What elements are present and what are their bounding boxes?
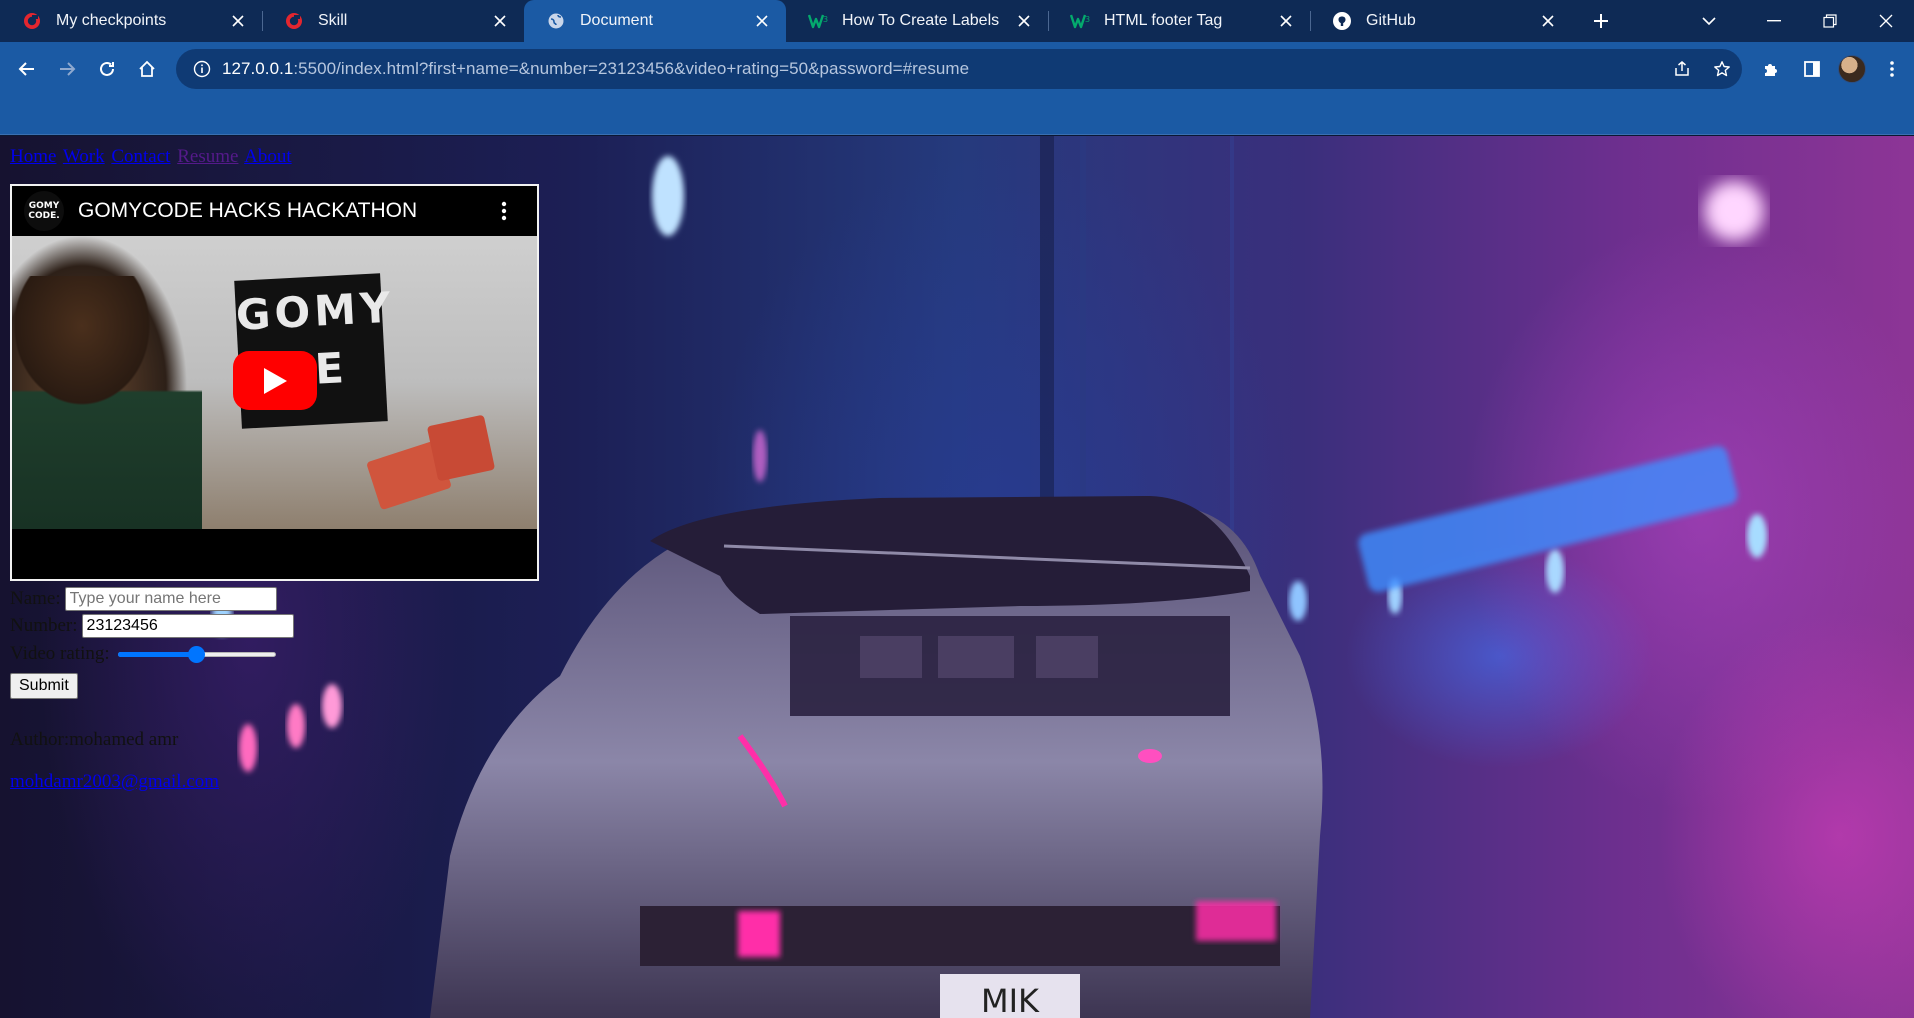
window-controls [1746, 0, 1914, 42]
submit-button[interactable]: Submit [10, 673, 78, 699]
side-panel-button[interactable] [1792, 49, 1832, 89]
info-icon [193, 60, 211, 78]
bookmark-button[interactable] [1702, 49, 1742, 89]
url-host: 127.0.0.1 [222, 59, 294, 78]
url-path: :5500/index.html?first+name=&number=2312… [293, 59, 970, 78]
rating-label: Video rating: [10, 643, 110, 664]
name-label: Name: [10, 587, 61, 609]
site-info-button[interactable] [182, 49, 222, 89]
restore-icon [1823, 14, 1837, 28]
tab-title: GitHub [1366, 12, 1416, 29]
tab-title: Skill [318, 12, 348, 29]
arrow-left-icon [18, 62, 34, 76]
browser-toolbar: 127.0.0.1:5500/index.html?first+name=&nu… [0, 42, 1914, 96]
close-icon [1879, 14, 1893, 28]
tab-how-to-create-labels[interactable]: 3 How To Create Labels [786, 0, 1048, 42]
youtube-embed[interactable]: GOMY DE GOMY CODE. GOMYCODE HACKS HACKAT… [10, 184, 539, 581]
channel-logo[interactable]: GOMY CODE. [24, 191, 64, 231]
tab-github[interactable]: GitHub [1310, 0, 1572, 42]
tab-strip: My checkpoints Skill Document 3 How To C… [0, 0, 1914, 42]
plus-icon [1594, 14, 1608, 28]
globe-icon [546, 11, 566, 31]
nav-link-resume[interactable]: Resume [177, 146, 238, 167]
url-text[interactable]: 127.0.0.1:5500/index.html?first+name=&nu… [222, 59, 969, 79]
number-label: Number: [10, 614, 78, 636]
license-plate: MIK [981, 982, 1040, 1018]
close-icon[interactable] [1276, 11, 1296, 31]
forward-button[interactable] [47, 49, 87, 89]
side-panel-icon [1804, 61, 1820, 77]
close-icon[interactable] [1014, 11, 1034, 31]
reload-icon [100, 61, 114, 76]
arrow-right-icon [60, 62, 76, 76]
tab-title: Document [580, 12, 653, 29]
chevron-down-icon [1702, 17, 1716, 26]
email-link[interactable]: mohdamr2003@gmail.com [10, 771, 219, 792]
close-icon[interactable] [1538, 11, 1558, 31]
minimize-icon [1767, 20, 1781, 22]
video-title[interactable]: GOMYCODE HACKS HACKATHON [78, 199, 489, 223]
more-vertical-icon[interactable] [489, 201, 519, 221]
close-icon[interactable] [490, 11, 510, 31]
more-vertical-icon [1890, 61, 1894, 77]
new-tab-button[interactable] [1578, 0, 1624, 42]
nav-link-home[interactable]: Home [10, 146, 56, 167]
close-icon[interactable] [228, 11, 248, 31]
nav-link-work[interactable]: Work [63, 146, 105, 167]
video-rating-slider[interactable] [116, 644, 278, 664]
page-viewport: MIK Home Work Contact Resume About GOMY … [0, 136, 1914, 1018]
github-icon [1332, 11, 1352, 31]
tab-title: How To Create Labels [842, 12, 1000, 29]
tab-title: My checkpoints [56, 12, 167, 29]
play-icon [264, 367, 287, 394]
tab-title: HTML footer Tag [1104, 12, 1223, 29]
puzzle-icon [1765, 64, 1777, 76]
address-bar[interactable]: 127.0.0.1:5500/index.html?first+name=&nu… [176, 49, 1742, 89]
menu-button[interactable] [1872, 49, 1912, 89]
tab-search-button[interactable] [1686, 0, 1732, 42]
slider-fill [117, 652, 199, 657]
nav-link-about[interactable]: About [244, 146, 292, 167]
restore-button[interactable] [1802, 0, 1858, 42]
video-boxes [426, 414, 496, 482]
reload-button[interactable] [87, 49, 127, 89]
tab-document[interactable]: Document [524, 0, 786, 42]
number-input[interactable] [81, 613, 294, 638]
avatar [1838, 55, 1866, 83]
name-input[interactable] [64, 586, 277, 611]
share-icon [1675, 61, 1689, 76]
back-button[interactable] [7, 49, 47, 89]
w3schools-icon: 3 [808, 11, 828, 31]
site-nav: Home Work Contact Resume About [10, 146, 539, 168]
home-button[interactable] [127, 49, 167, 89]
star-icon [1714, 61, 1730, 77]
bookmarks-bar [0, 96, 1914, 135]
extensions-button[interactable] [1752, 49, 1792, 89]
share-button[interactable] [1662, 49, 1702, 89]
tab-skill[interactable]: Skill [262, 0, 524, 42]
tab-html-footer-tag[interactable]: 3 HTML footer Tag [1048, 0, 1310, 42]
profile-button[interactable] [1832, 49, 1872, 89]
gomycode-icon [22, 11, 42, 31]
author-text: Author:mohamed amr [10, 729, 179, 750]
nav-link-contact[interactable]: Contact [111, 146, 170, 167]
slider-thumb[interactable] [188, 646, 206, 663]
page-content: Home Work Contact Resume About GOMY DE G… [10, 146, 539, 793]
svg-text:3: 3 [1085, 15, 1090, 24]
play-button[interactable] [233, 351, 317, 410]
minimize-button[interactable] [1746, 0, 1802, 42]
w3schools-icon: 3 [1070, 11, 1090, 31]
home-icon [139, 60, 155, 77]
close-icon[interactable] [752, 11, 772, 31]
video-person [12, 276, 202, 529]
video-header: GOMY CODE. GOMYCODE HACKS HACKATHON [12, 186, 537, 236]
svg-text:3: 3 [823, 15, 828, 24]
contact-form: Name: Number: Video rating: Submit [10, 585, 539, 699]
close-window-button[interactable] [1858, 0, 1914, 42]
tab-my-checkpoints[interactable]: My checkpoints [0, 0, 262, 42]
gomycode-icon [284, 11, 304, 31]
page-footer: Author:mohamed amr mohdamr2003@gmail.com [10, 729, 539, 793]
